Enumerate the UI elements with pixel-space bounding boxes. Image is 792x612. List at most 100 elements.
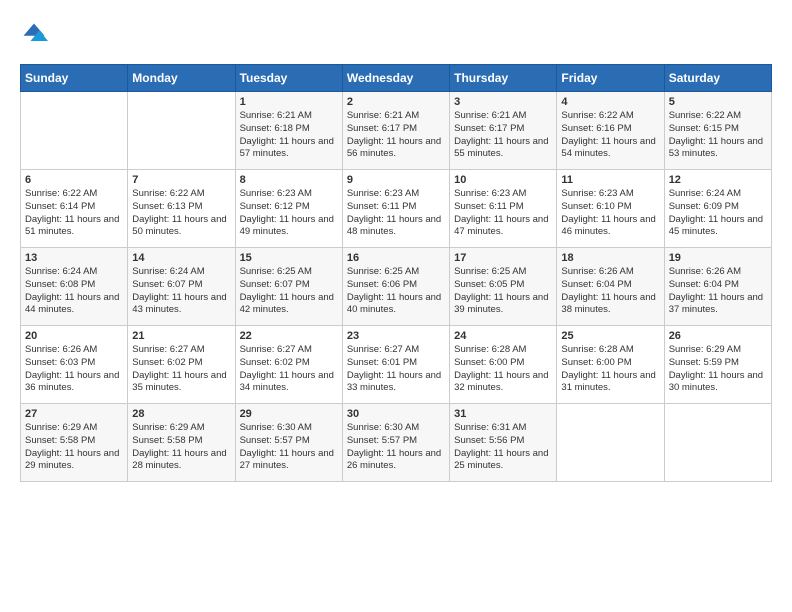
- cell-content: Sunrise: 6:27 AMSunset: 6:01 PMDaylight:…: [347, 344, 441, 393]
- calendar-cell: 20 Sunrise: 6:26 AMSunset: 6:03 PMDaylig…: [21, 326, 128, 404]
- calendar-cell: 21 Sunrise: 6:27 AMSunset: 6:02 PMDaylig…: [128, 326, 235, 404]
- cell-content: Sunrise: 6:23 AMSunset: 6:11 PMDaylight:…: [347, 188, 441, 237]
- cell-content: Sunrise: 6:22 AMSunset: 6:14 PMDaylight:…: [25, 188, 119, 237]
- cell-content: Sunrise: 6:23 AMSunset: 6:11 PMDaylight:…: [454, 188, 548, 237]
- calendar-cell: 25 Sunrise: 6:28 AMSunset: 6:00 PMDaylig…: [557, 326, 664, 404]
- calendar-table: SundayMondayTuesdayWednesdayThursdayFrid…: [20, 64, 772, 482]
- calendar-cell: 9 Sunrise: 6:23 AMSunset: 6:11 PMDayligh…: [342, 170, 449, 248]
- day-number: 2: [347, 96, 445, 108]
- calendar-cell: 4 Sunrise: 6:22 AMSunset: 6:16 PMDayligh…: [557, 92, 664, 170]
- calendar-cell: 2 Sunrise: 6:21 AMSunset: 6:17 PMDayligh…: [342, 92, 449, 170]
- cell-content: Sunrise: 6:23 AMSunset: 6:12 PMDaylight:…: [240, 188, 334, 237]
- cell-content: Sunrise: 6:22 AMSunset: 6:15 PMDaylight:…: [669, 110, 763, 159]
- day-number: 31: [454, 408, 552, 420]
- calendar-cell: 16 Sunrise: 6:25 AMSunset: 6:06 PMDaylig…: [342, 248, 449, 326]
- column-header-monday: Monday: [128, 65, 235, 92]
- column-header-tuesday: Tuesday: [235, 65, 342, 92]
- cell-content: Sunrise: 6:30 AMSunset: 5:57 PMDaylight:…: [347, 422, 441, 471]
- cell-content: Sunrise: 6:24 AMSunset: 6:08 PMDaylight:…: [25, 266, 119, 315]
- calendar-cell: 26 Sunrise: 6:29 AMSunset: 5:59 PMDaylig…: [664, 326, 771, 404]
- day-number: 9: [347, 174, 445, 186]
- calendar-cell: 6 Sunrise: 6:22 AMSunset: 6:14 PMDayligh…: [21, 170, 128, 248]
- day-number: 16: [347, 252, 445, 264]
- day-number: 3: [454, 96, 552, 108]
- cell-content: Sunrise: 6:29 AMSunset: 5:58 PMDaylight:…: [25, 422, 119, 471]
- calendar-cell: 30 Sunrise: 6:30 AMSunset: 5:57 PMDaylig…: [342, 404, 449, 482]
- day-number: 1: [240, 96, 338, 108]
- calendar-cell: 3 Sunrise: 6:21 AMSunset: 6:17 PMDayligh…: [450, 92, 557, 170]
- column-header-wednesday: Wednesday: [342, 65, 449, 92]
- day-number: 22: [240, 330, 338, 342]
- cell-content: Sunrise: 6:25 AMSunset: 6:07 PMDaylight:…: [240, 266, 334, 315]
- day-number: 14: [132, 252, 230, 264]
- day-number: 30: [347, 408, 445, 420]
- day-number: 27: [25, 408, 123, 420]
- day-number: 13: [25, 252, 123, 264]
- day-number: 19: [669, 252, 767, 264]
- calendar-cell: [128, 92, 235, 170]
- calendar-cell: 13 Sunrise: 6:24 AMSunset: 6:08 PMDaylig…: [21, 248, 128, 326]
- day-number: 12: [669, 174, 767, 186]
- calendar-cell: 8 Sunrise: 6:23 AMSunset: 6:12 PMDayligh…: [235, 170, 342, 248]
- day-number: 24: [454, 330, 552, 342]
- cell-content: Sunrise: 6:25 AMSunset: 6:05 PMDaylight:…: [454, 266, 548, 315]
- calendar-cell: [664, 404, 771, 482]
- day-number: 28: [132, 408, 230, 420]
- calendar-cell: 12 Sunrise: 6:24 AMSunset: 6:09 PMDaylig…: [664, 170, 771, 248]
- calendar-cell: 1 Sunrise: 6:21 AMSunset: 6:18 PMDayligh…: [235, 92, 342, 170]
- day-number: 7: [132, 174, 230, 186]
- cell-content: Sunrise: 6:28 AMSunset: 6:00 PMDaylight:…: [561, 344, 655, 393]
- cell-content: Sunrise: 6:24 AMSunset: 6:09 PMDaylight:…: [669, 188, 763, 237]
- day-number: 26: [669, 330, 767, 342]
- calendar-cell: 19 Sunrise: 6:26 AMSunset: 6:04 PMDaylig…: [664, 248, 771, 326]
- day-number: 21: [132, 330, 230, 342]
- cell-content: Sunrise: 6:27 AMSunset: 6:02 PMDaylight:…: [132, 344, 226, 393]
- calendar-cell: [21, 92, 128, 170]
- calendar-cell: 31 Sunrise: 6:31 AMSunset: 5:56 PMDaylig…: [450, 404, 557, 482]
- page-header: [20, 20, 772, 48]
- calendar-cell: 5 Sunrise: 6:22 AMSunset: 6:15 PMDayligh…: [664, 92, 771, 170]
- calendar-week-row: 1 Sunrise: 6:21 AMSunset: 6:18 PMDayligh…: [21, 92, 772, 170]
- day-number: 10: [454, 174, 552, 186]
- cell-content: Sunrise: 6:21 AMSunset: 6:18 PMDaylight:…: [240, 110, 334, 159]
- cell-content: Sunrise: 6:24 AMSunset: 6:07 PMDaylight:…: [132, 266, 226, 315]
- calendar-cell: 10 Sunrise: 6:23 AMSunset: 6:11 PMDaylig…: [450, 170, 557, 248]
- column-header-saturday: Saturday: [664, 65, 771, 92]
- calendar-week-row: 27 Sunrise: 6:29 AMSunset: 5:58 PMDaylig…: [21, 404, 772, 482]
- calendar-week-row: 20 Sunrise: 6:26 AMSunset: 6:03 PMDaylig…: [21, 326, 772, 404]
- day-number: 18: [561, 252, 659, 264]
- day-number: 15: [240, 252, 338, 264]
- calendar-cell: 29 Sunrise: 6:30 AMSunset: 5:57 PMDaylig…: [235, 404, 342, 482]
- day-number: 23: [347, 330, 445, 342]
- cell-content: Sunrise: 6:26 AMSunset: 6:04 PMDaylight:…: [669, 266, 763, 315]
- cell-content: Sunrise: 6:29 AMSunset: 5:59 PMDaylight:…: [669, 344, 763, 393]
- cell-content: Sunrise: 6:22 AMSunset: 6:13 PMDaylight:…: [132, 188, 226, 237]
- column-header-sunday: Sunday: [21, 65, 128, 92]
- calendar-cell: 27 Sunrise: 6:29 AMSunset: 5:58 PMDaylig…: [21, 404, 128, 482]
- calendar-cell: 23 Sunrise: 6:27 AMSunset: 6:01 PMDaylig…: [342, 326, 449, 404]
- cell-content: Sunrise: 6:22 AMSunset: 6:16 PMDaylight:…: [561, 110, 655, 159]
- day-number: 4: [561, 96, 659, 108]
- day-number: 11: [561, 174, 659, 186]
- calendar-cell: 22 Sunrise: 6:27 AMSunset: 6:02 PMDaylig…: [235, 326, 342, 404]
- calendar-week-row: 6 Sunrise: 6:22 AMSunset: 6:14 PMDayligh…: [21, 170, 772, 248]
- calendar-header-row: SundayMondayTuesdayWednesdayThursdayFrid…: [21, 65, 772, 92]
- cell-content: Sunrise: 6:29 AMSunset: 5:58 PMDaylight:…: [132, 422, 226, 471]
- day-number: 6: [25, 174, 123, 186]
- day-number: 17: [454, 252, 552, 264]
- calendar-cell: 28 Sunrise: 6:29 AMSunset: 5:58 PMDaylig…: [128, 404, 235, 482]
- cell-content: Sunrise: 6:30 AMSunset: 5:57 PMDaylight:…: [240, 422, 334, 471]
- calendar-cell: 24 Sunrise: 6:28 AMSunset: 6:00 PMDaylig…: [450, 326, 557, 404]
- calendar-cell: 17 Sunrise: 6:25 AMSunset: 6:05 PMDaylig…: [450, 248, 557, 326]
- day-number: 5: [669, 96, 767, 108]
- day-number: 29: [240, 408, 338, 420]
- calendar-cell: 7 Sunrise: 6:22 AMSunset: 6:13 PMDayligh…: [128, 170, 235, 248]
- logo: [20, 20, 52, 48]
- day-number: 20: [25, 330, 123, 342]
- cell-content: Sunrise: 6:31 AMSunset: 5:56 PMDaylight:…: [454, 422, 548, 471]
- cell-content: Sunrise: 6:25 AMSunset: 6:06 PMDaylight:…: [347, 266, 441, 315]
- column-header-thursday: Thursday: [450, 65, 557, 92]
- logo-icon: [20, 20, 48, 48]
- cell-content: Sunrise: 6:28 AMSunset: 6:00 PMDaylight:…: [454, 344, 548, 393]
- day-number: 8: [240, 174, 338, 186]
